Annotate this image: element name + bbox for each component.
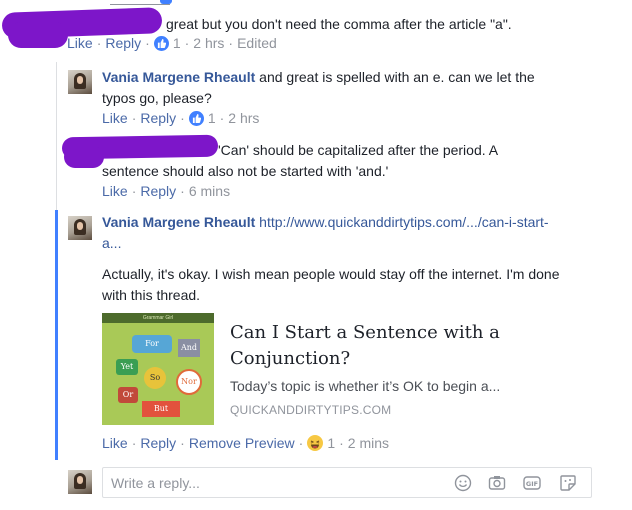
comment-text: great but you don't need the comma after… <box>166 16 512 32</box>
redacted-author-scribble-2 <box>64 146 104 168</box>
like-link[interactable]: Like <box>102 183 128 199</box>
edited-label[interactable]: Edited <box>237 35 277 51</box>
reply-body: Actually, it's okay. I wish mean people … <box>102 266 560 303</box>
reply-text: 'Can' should be capitalized after the pe… <box>102 140 542 182</box>
reply-link[interactable]: Reply <box>105 35 141 51</box>
gif-icon[interactable]: GIF <box>523 474 541 492</box>
camera-icon[interactable] <box>488 474 506 492</box>
current-user-avatar[interactable] <box>68 470 92 494</box>
timestamp[interactable]: 6 mins <box>189 183 230 199</box>
reply-link[interactable]: Reply <box>140 183 176 199</box>
preview-domain: QUICKANDDIRTYTIPS.COM <box>230 403 392 417</box>
like-reaction-icon[interactable] <box>153 36 169 51</box>
preview-description: Today’s topic is whether it’s OK to begi… <box>230 378 501 394</box>
preview-image-banner: Grammar Girl <box>102 313 214 323</box>
top-cut-icon <box>160 0 172 4</box>
like-link[interactable]: Like <box>67 35 93 51</box>
reply-composer[interactable]: Write a reply... GIF <box>102 467 592 498</box>
reply-actions: Like · Reply · Remove Preview · 1 · 2 mins <box>102 435 390 451</box>
avatar[interactable] <box>68 70 92 94</box>
redacted-author-scribble-2 <box>8 22 68 48</box>
preview-image-word: Or <box>118 387 138 403</box>
preview-image-word: And <box>178 339 200 357</box>
reply-actions: Like · Reply · 6 mins <box>102 183 231 199</box>
avatar[interactable] <box>68 216 92 240</box>
timestamp[interactable]: 2 hrs <box>193 35 224 51</box>
like-count: 1 <box>207 110 216 126</box>
reply-text: Vania Margene Rheault and great is spell… <box>102 67 572 109</box>
timestamp[interactable]: 2 hrs <box>228 110 259 126</box>
preview-title[interactable]: Can I Start a Sentence with a Conjunctio… <box>230 320 520 372</box>
preview-image-word: Nor <box>176 369 202 395</box>
like-reaction-icon[interactable] <box>188 111 204 126</box>
like-count: 1 <box>172 35 181 51</box>
reply-link[interactable]: Reply <box>140 110 176 126</box>
like-link[interactable]: Like <box>102 435 128 451</box>
reply-input-placeholder[interactable]: Write a reply... <box>111 475 200 491</box>
preview-image-word: For <box>132 335 172 353</box>
preview-image[interactable]: Grammar Girl For And Yet So Nor Or But <box>102 313 214 425</box>
timestamp[interactable]: 2 mins <box>348 435 389 451</box>
comment-actions: Like · Reply · 1 · 2 hrs · Edited <box>67 35 277 51</box>
highlight-bar <box>55 210 58 460</box>
remove-preview-link[interactable]: Remove Preview <box>189 435 295 451</box>
sticker-icon[interactable] <box>559 474 577 492</box>
preview-image-word: But <box>142 401 180 417</box>
emoji-icon[interactable] <box>454 474 472 492</box>
svg-text:GIF: GIF <box>526 480 538 488</box>
author-name[interactable]: Vania Margene Rheault <box>102 69 255 85</box>
like-link[interactable]: Like <box>102 110 128 126</box>
reply-header: Vania Margene Rheault http://www.quickan… <box>102 212 557 254</box>
reply-link[interactable]: Reply <box>140 435 176 451</box>
reply-body: 'Can' should be capitalized after the pe… <box>102 142 498 179</box>
reply-actions: Like · Reply · 1 · 2 hrs <box>102 110 260 126</box>
author-name[interactable]: Vania Margene Rheault <box>102 214 255 230</box>
preview-image-word: So <box>144 367 166 389</box>
reaction-count: 1 <box>327 435 336 451</box>
preview-image-word: Yet <box>116 359 138 375</box>
haha-reaction-icon[interactable] <box>307 435 324 451</box>
